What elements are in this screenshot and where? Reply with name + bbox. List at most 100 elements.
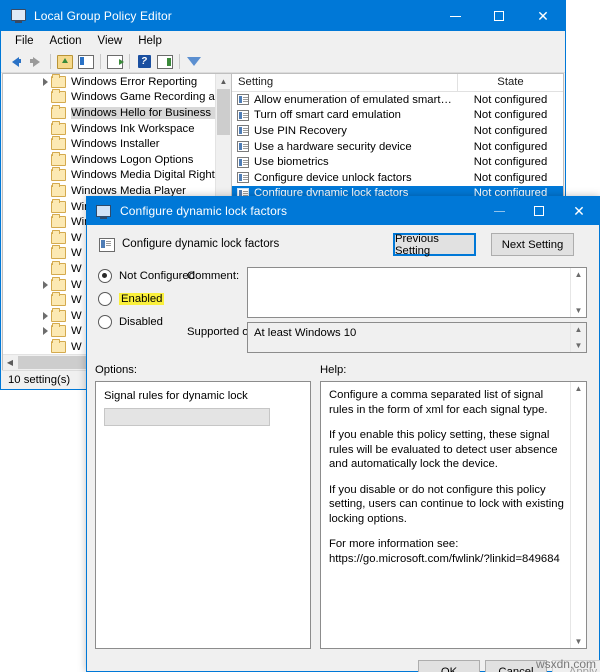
- chevron-right-icon: [42, 327, 48, 336]
- supported-on-textarea[interactable]: At least Windows 10 ▲ ▼: [247, 322, 587, 353]
- filter-button[interactable]: [184, 52, 204, 71]
- folder-icon: [51, 104, 66, 119]
- table-row[interactable]: Configure device unlock factors Not confi…: [232, 170, 563, 186]
- table-row[interactable]: Turn off smart card emulation Not configu…: [232, 108, 563, 124]
- setting-name: Allow enumeration of emulated smart card…: [254, 93, 458, 106]
- help-text: Configure a comma separated list of sign…: [329, 388, 566, 577]
- comment-scrollbar[interactable]: ▲ ▼: [570, 268, 586, 317]
- tree-item[interactable]: Windows Installer: [3, 136, 216, 152]
- folder-icon: [51, 198, 66, 213]
- dialog-header: Configure dynamic lock factors Previous …: [87, 225, 599, 269]
- column-header-state[interactable]: State: [458, 74, 563, 91]
- state-option-label: Not Configured: [119, 270, 195, 282]
- tree-item-label: Windows Logon Options: [71, 153, 194, 166]
- chevron-right-icon: [42, 311, 48, 320]
- tree-item[interactable]: Windows Logon Options: [3, 151, 216, 168]
- next-setting-button[interactable]: Next Setting: [491, 233, 574, 256]
- close-icon: ✕: [537, 8, 549, 24]
- policy-setting-icon: [237, 172, 249, 184]
- folder-icon: [51, 151, 66, 166]
- table-row[interactable]: Use biometrics Not configured: [232, 154, 563, 170]
- signal-rules-input[interactable]: [104, 408, 270, 426]
- menu-item-help[interactable]: Help: [130, 33, 170, 49]
- tree-item[interactable]: Windows Hello for Business: [3, 104, 216, 121]
- folder-icon: [51, 338, 66, 353]
- app-monitor-icon: [10, 8, 26, 24]
- dialog-body: Not Configured Enabled Disabled Comment:…: [87, 267, 600, 672]
- tree-item-label: Windows Media Digital Rights Ma: [71, 169, 216, 182]
- maximize-icon: [534, 206, 544, 216]
- watermark: wsxdn.com: [535, 657, 596, 671]
- policy-setting-icon: [237, 94, 249, 106]
- setting-state: Not configured: [473, 93, 548, 106]
- help-paragraph: If you disable or do not configure this …: [329, 483, 564, 525]
- tree-item[interactable]: Windows Media Digital Rights Ma: [3, 167, 216, 184]
- comment-textarea[interactable]: ▲ ▼: [247, 267, 587, 318]
- menu-item-view[interactable]: View: [90, 33, 131, 49]
- scroll-up-icon: ▲: [574, 270, 583, 279]
- state-option-enabled[interactable]: Enabled: [98, 292, 165, 306]
- window-title: Local Group Policy Editor: [34, 9, 172, 23]
- export-list-button[interactable]: [105, 52, 125, 71]
- previous-setting-button[interactable]: Previous Setting: [393, 233, 476, 257]
- menu-item-action[interactable]: Action: [42, 33, 90, 49]
- state-option-not-configured[interactable]: Not Configured: [98, 269, 195, 283]
- help-paragraph: If you enable this policy setting, these…: [329, 429, 558, 470]
- table-row[interactable]: Use PIN Recovery Not configured: [232, 123, 563, 139]
- properties-button[interactable]: [155, 52, 175, 71]
- help-scrollbar[interactable]: ▲ ▼: [570, 382, 586, 648]
- tree-item-label: Windows Ink Workspace: [71, 122, 195, 135]
- maximize-button[interactable]: [477, 1, 521, 31]
- dialog-close-button[interactable]: ✕: [559, 197, 599, 225]
- tree-expander[interactable]: [39, 327, 51, 336]
- forward-button[interactable]: [26, 52, 46, 71]
- minimize-button[interactable]: [433, 1, 477, 31]
- toolbar-separator: [179, 54, 180, 69]
- state-option-label: Disabled: [119, 316, 163, 328]
- tree-item[interactable]: Windows Game Recording and Br: [3, 89, 216, 106]
- tree-item-label: Windows Error Reporting: [71, 75, 198, 88]
- ok-button[interactable]: OK: [418, 660, 480, 672]
- tree-expander[interactable]: [39, 280, 51, 289]
- toolbar-separator: [50, 54, 51, 69]
- tree-expander[interactable]: [39, 77, 51, 86]
- window-controls: ✕: [433, 1, 565, 31]
- folder-icon: [51, 167, 66, 182]
- tree-scroll-thumb[interactable]: [217, 89, 230, 135]
- table-row[interactable]: Allow enumeration of emulated smart card…: [232, 92, 563, 108]
- menu-item-file[interactable]: File: [7, 33, 42, 49]
- show-hide-tree-button[interactable]: [76, 52, 96, 71]
- main-title-bar: Local Group Policy Editor ✕: [1, 1, 565, 31]
- dialog-window-controls: ✕: [479, 197, 599, 225]
- back-button[interactable]: [5, 52, 25, 71]
- tree-item[interactable]: Windows Ink Workspace: [3, 120, 216, 137]
- tree-item-label: W: [71, 262, 82, 275]
- scroll-down-icon: ▼: [574, 341, 583, 350]
- toolbar: ?: [1, 51, 565, 73]
- setting-state: Not configured: [473, 140, 548, 153]
- setting-state: Not configured: [473, 156, 548, 169]
- state-option-disabled[interactable]: Disabled: [98, 315, 163, 329]
- comment-label: Comment:: [187, 270, 240, 282]
- column-header-setting[interactable]: Setting: [232, 74, 458, 91]
- help-paragraph: Configure a comma separated list of sign…: [329, 389, 548, 416]
- tree-expander[interactable]: [39, 311, 51, 320]
- close-button[interactable]: ✕: [521, 1, 565, 31]
- tree-item-label: W: [71, 309, 82, 322]
- supported-on-scrollbar[interactable]: ▲ ▼: [570, 323, 586, 352]
- chevron-right-icon: [42, 280, 48, 289]
- screenshot-root: Local Group Policy Editor ✕ File Action …: [0, 0, 600, 672]
- folder-icon: [51, 136, 66, 151]
- up-one-level-button[interactable]: [55, 52, 75, 71]
- help-button[interactable]: ?: [134, 52, 154, 71]
- tree-scroll-up-button[interactable]: ▲: [216, 74, 231, 88]
- tree-item[interactable]: Windows Error Reporting: [3, 74, 216, 90]
- radio-enabled-icon: [98, 292, 112, 306]
- dialog-minimize-button[interactable]: [479, 197, 519, 225]
- dialog-maximize-button[interactable]: [519, 197, 559, 225]
- toolbar-separator: [100, 54, 101, 69]
- tree-scroll-left-button[interactable]: ◀: [3, 356, 17, 370]
- minimize-icon: [449, 15, 461, 17]
- folder-icon: [51, 292, 66, 307]
- table-row[interactable]: Use a hardware security device Not config…: [232, 139, 563, 155]
